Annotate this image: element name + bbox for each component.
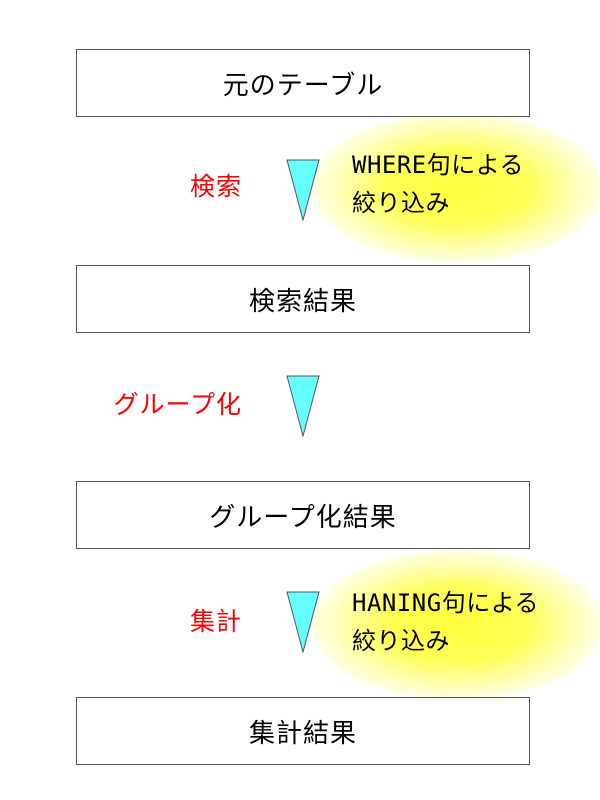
stage-label: 検索結果 [248, 286, 357, 317]
down-triangle-arrow-icon [286, 375, 320, 437]
stage-box-group-result: グループ化結果 [76, 481, 530, 549]
note-having-filter: HANING句による 絞り込み [352, 584, 539, 660]
note-line: WHERE句による [352, 151, 525, 179]
down-triangle-arrow-icon [286, 159, 320, 221]
stage-label: 集計結果 [248, 718, 357, 749]
note-line: HANING句による [352, 589, 539, 617]
down-triangle-arrow-icon [286, 591, 320, 653]
note-line: 絞り込み [352, 189, 450, 217]
operation-label-aggregate: 集計 [189, 607, 242, 636]
note-where-filter: WHERE句による 絞り込み [352, 146, 524, 222]
stage-box-aggregate-result: 集計結果 [76, 697, 530, 765]
operation-label-group: グループ化 [113, 390, 242, 419]
stage-box-original-table: 元のテーブル [76, 49, 530, 117]
operation-label-search: 検索 [189, 172, 242, 201]
stage-label: グループ化結果 [209, 502, 397, 533]
note-line: 絞り込み [352, 627, 450, 655]
stage-label: 元のテーブル [222, 70, 384, 101]
stage-box-search-result: 検索結果 [76, 265, 530, 333]
